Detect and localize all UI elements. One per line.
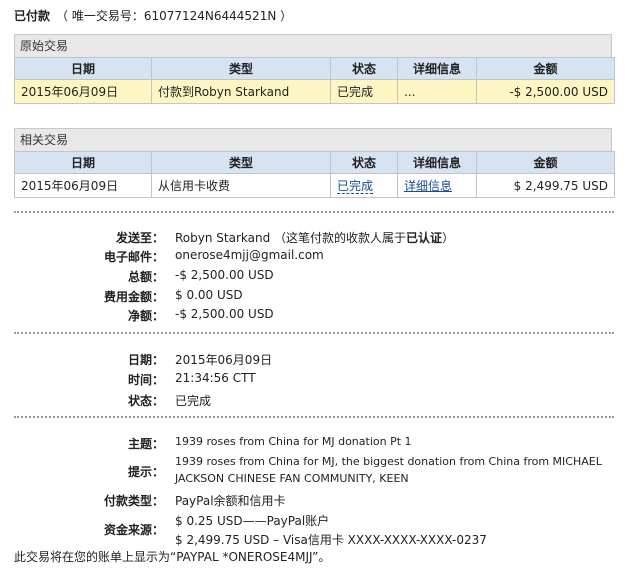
table-header-row: 日期 类型 状态 详细信息 金额 — [14, 57, 615, 80]
pay-type-value: PayPal余额和信用卡 — [175, 494, 286, 508]
table-row: 2015年06月09日 从信用卡收费 已完成 详细信息 $ 2,499.75 U… — [14, 173, 615, 198]
cell-details: ... — [397, 79, 477, 104]
cell-status: 已完成 — [330, 79, 398, 104]
pay-type-label: 付款类型： — [103, 494, 164, 508]
total-value: -$ 2,500.00 USD — [175, 268, 274, 282]
cell-date: 2015年06月09日 — [14, 79, 152, 104]
col-status: 状态 — [330, 151, 398, 174]
divider — [14, 332, 614, 334]
divider — [14, 416, 614, 418]
fee-label: 费用金额： — [103, 290, 164, 304]
col-type: 类型 — [151, 151, 331, 174]
source-line-2: $ 2,499.75 USD – Visa信用卡 XXXX-XXXX-XXXX-… — [175, 533, 487, 547]
note-line-1: 1939 roses from China for MJ, the bigges… — [175, 455, 602, 468]
note-line-2: JACKSON CHINESE FAN COMMUNITY, KEEN — [175, 472, 409, 485]
time-value: 21:34:56 CTT — [175, 371, 256, 385]
cell-type: 付款到Robyn Starkand — [151, 79, 331, 104]
status-link[interactable]: 已完成 — [337, 179, 374, 194]
sent-to-note-suffix: ） — [442, 231, 455, 245]
cell-details-wrap: 详细信息 — [397, 173, 477, 198]
date-label: 日期： — [127, 353, 164, 367]
sent-to-note-prefix: （这笔付款的收款人属于 — [274, 231, 407, 245]
related-transaction-table: 日期 类型 状态 详细信息 金额 2015年06月09日 从信用卡收费 已完成 … — [14, 151, 615, 198]
time-label: 时间： — [127, 373, 164, 387]
source-label: 资金来源： — [103, 523, 164, 537]
col-date: 日期 — [14, 151, 152, 174]
divider — [14, 211, 614, 213]
subject-label: 主题： — [127, 437, 164, 451]
verified-label: 已认证 — [406, 231, 443, 245]
email-label: 电子邮件： — [103, 250, 164, 264]
date-value: 2015年06月09日 — [175, 353, 273, 367]
statement-note: 此交易将在您的账单上显示为“PAYPAL *ONEROSE4MJJ”。 — [14, 550, 331, 564]
sent-to-label: 发送至： — [115, 231, 164, 245]
status-value: 已完成 — [175, 394, 212, 408]
original-transaction-title: 原始交易 — [14, 34, 612, 57]
cell-status-wrap: 已完成 — [330, 173, 398, 198]
cell-date: 2015年06月09日 — [14, 173, 152, 198]
fee-value: $ 0.00 USD — [175, 288, 243, 302]
net-label: 净额： — [127, 309, 164, 323]
page-title: 已付款 — [14, 9, 51, 23]
transaction-id: （ 唯一交易号：61077124N6444521N ） — [56, 9, 293, 23]
cell-type: 从信用卡收费 — [151, 173, 331, 198]
table-header-row: 日期 类型 状态 详细信息 金额 — [14, 151, 615, 174]
status-label: 状态： — [127, 394, 164, 408]
col-status: 状态 — [330, 57, 398, 80]
source-line-1: $ 0.25 USD——PayPal账户 — [175, 514, 330, 528]
details-link[interactable]: 详细信息 — [404, 179, 452, 193]
original-transaction-table: 日期 类型 状态 详细信息 金额 2015年06月09日 付款到Robyn St… — [14, 57, 615, 104]
sent-to-value-wrap: Robyn Starkand （这笔付款的收款人属于已认证） — [175, 229, 454, 246]
col-date: 日期 — [14, 57, 152, 80]
original-transaction-section: 原始交易 日期 类型 状态 详细信息 金额 2015年06月09日 付款到Rob… — [14, 34, 615, 104]
related-transaction-section: 相关交易 日期 类型 状态 详细信息 金额 2015年06月09日 从信用卡收费… — [14, 128, 615, 198]
total-label: 总额： — [127, 270, 164, 284]
col-details: 详细信息 — [397, 151, 477, 174]
table-row: 2015年06月09日 付款到Robyn Starkand 已完成 ... -$… — [14, 79, 615, 104]
page-header: 已付款 （ 唯一交易号：61077124N6444521N ） — [14, 7, 292, 24]
col-details: 详细信息 — [397, 57, 477, 80]
cell-amount: $ 2,499.75 USD — [476, 173, 615, 198]
note-label: 提示： — [127, 465, 164, 479]
sent-to-value: Robyn Starkand — [175, 231, 271, 245]
col-type: 类型 — [151, 57, 331, 80]
related-transaction-title: 相关交易 — [14, 128, 612, 151]
cell-amount: -$ 2,500.00 USD — [476, 79, 615, 104]
col-amount: 金额 — [476, 57, 615, 80]
col-amount: 金额 — [476, 151, 615, 174]
subject-value: 1939 roses from China for MJ donation Pt… — [175, 435, 412, 448]
email-value: onerose4mjj@gmail.com — [175, 248, 324, 262]
net-value: -$ 2,500.00 USD — [175, 307, 274, 321]
